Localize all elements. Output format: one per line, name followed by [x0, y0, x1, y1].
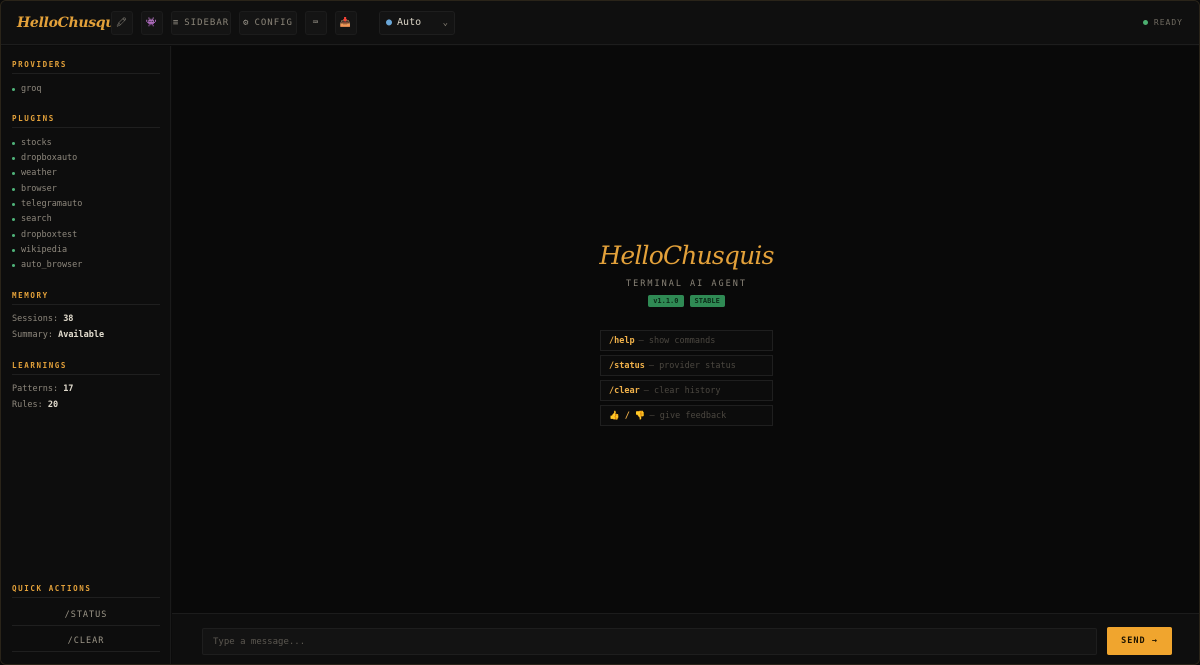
- download-button[interactable]: 📥: [335, 10, 357, 35]
- plugin-name: stocks: [21, 138, 52, 148]
- command-hint-feedback[interactable]: 👍 / 👎 — give feedback: [600, 405, 773, 426]
- divider: [12, 597, 160, 598]
- sessions-count: 38: [63, 314, 74, 324]
- patterns-count: 17: [63, 384, 74, 394]
- model-select-value: Auto: [397, 17, 422, 28]
- status-indicator: READY: [1142, 18, 1183, 27]
- command-hint-help[interactable]: /help — show commands: [600, 330, 773, 351]
- stable-badge: STABLE: [689, 295, 725, 307]
- send-button[interactable]: SEND →: [1107, 627, 1172, 655]
- bullet-icon: [12, 141, 15, 145]
- plugin-item[interactable]: auto_browser: [12, 260, 82, 270]
- bullet-icon: [12, 217, 15, 221]
- command-hint-status[interactable]: /status — provider status: [600, 355, 773, 376]
- bullet-icon: [12, 156, 15, 160]
- patterns-stat: Patterns: 17: [12, 384, 74, 394]
- globe-icon: ●: [386, 17, 393, 28]
- plugins-title: PLUGINS: [12, 114, 55, 123]
- summary-status: Available: [58, 330, 105, 340]
- summary-stat: Summary: Available: [12, 330, 105, 340]
- config-label: CONFIG: [254, 17, 293, 28]
- plugin-name: wikipedia: [21, 245, 68, 255]
- hero-title: HelloChusquis: [599, 241, 774, 270]
- status-text: READY: [1153, 18, 1183, 27]
- provider-name: groq: [21, 84, 42, 94]
- divider: [12, 374, 160, 375]
- bullet-icon: [12, 87, 15, 91]
- version-badges: v1.1.0 STABLE: [172, 295, 1199, 307]
- plugin-item[interactable]: browser: [12, 184, 57, 194]
- keyboard-icon: ⌨: [312, 17, 320, 28]
- bullet-icon: [12, 248, 15, 252]
- model-select[interactable]: ● Auto ⌄: [379, 10, 455, 35]
- quick-action-status-button[interactable]: /STATUS: [12, 604, 160, 626]
- message-composer: SEND →: [172, 613, 1199, 664]
- sidebar-toggle-button[interactable]: ≡ SIDEBAR: [171, 10, 231, 35]
- rules-stat: Rules: 20: [12, 400, 59, 410]
- rules-count: 20: [47, 400, 59, 410]
- divider: [12, 304, 160, 305]
- plugin-name: weather: [21, 168, 57, 178]
- keyboard-button[interactable]: ⌨: [305, 10, 327, 35]
- command-hint-clear[interactable]: /clear — clear history: [600, 380, 773, 401]
- plugin-name: dropboxtest: [21, 230, 78, 240]
- pin-icon: 🖍: [115, 17, 129, 28]
- pin-button[interactable]: 🖍: [111, 10, 133, 35]
- quick-action-clear-button[interactable]: /CLEAR: [12, 630, 160, 652]
- version-badge: v1.1.0: [648, 295, 684, 307]
- plugin-name: auto_browser: [21, 260, 83, 270]
- chevron-down-icon: ⌄: [442, 17, 448, 28]
- plugin-item[interactable]: stocks: [12, 138, 52, 148]
- bullet-icon: [12, 171, 15, 175]
- plugin-name: browser: [21, 184, 57, 194]
- memory-title: MEMORY: [12, 291, 49, 300]
- plugin-item[interactable]: dropboxtest: [12, 230, 77, 240]
- brand-logo[interactable]: HelloChusquis: [17, 15, 128, 31]
- plugin-item[interactable]: dropboxauto: [12, 153, 77, 163]
- app-window: HelloChusquis 🖍 👾 ≡ SIDEBAR ⚙ CONFIG ⌨ 📥…: [0, 0, 1200, 665]
- config-button[interactable]: ⚙ CONFIG: [239, 10, 297, 35]
- sessions-stat: Sessions: 38: [12, 314, 74, 324]
- top-bar: HelloChusquis 🖍 👾 ≡ SIDEBAR ⚙ CONFIG ⌨ 📥…: [1, 1, 1199, 45]
- bullet-icon: [12, 187, 15, 191]
- provider-item[interactable]: groq: [12, 84, 41, 94]
- menu-icon: ≡: [172, 17, 180, 28]
- message-input[interactable]: [202, 628, 1097, 655]
- sidebar: PROVIDERS groq PLUGINS stocks dropboxaut…: [1, 46, 171, 664]
- agent-button[interactable]: 👾: [141, 10, 163, 35]
- status-dot-icon: [1142, 20, 1148, 25]
- plugin-item[interactable]: weather: [12, 168, 57, 178]
- divider: [12, 127, 160, 128]
- download-icon: 📥: [339, 17, 353, 28]
- bullet-icon: [12, 202, 15, 206]
- bullet-icon: [12, 263, 15, 267]
- plugin-item[interactable]: search: [12, 214, 52, 224]
- learnings-title: LEARNINGS: [12, 361, 68, 370]
- plugin-name: dropboxauto: [21, 153, 78, 163]
- bot-icon: 👾: [145, 17, 159, 28]
- divider: [12, 73, 160, 74]
- plugin-item[interactable]: telegramauto: [12, 199, 82, 209]
- providers-title: PROVIDERS: [12, 60, 68, 69]
- sidebar-toggle-label: SIDEBAR: [184, 17, 230, 28]
- plugin-name: search: [21, 214, 52, 224]
- plugin-item[interactable]: wikipedia: [12, 245, 67, 255]
- hero-subtitle: TERMINAL AI AGENT: [626, 279, 747, 289]
- bullet-icon: [12, 233, 15, 237]
- gear-icon: ⚙: [243, 17, 250, 28]
- plugin-name: telegramauto: [21, 199, 83, 209]
- quick-actions-title: QUICK ACTIONS: [12, 584, 92, 593]
